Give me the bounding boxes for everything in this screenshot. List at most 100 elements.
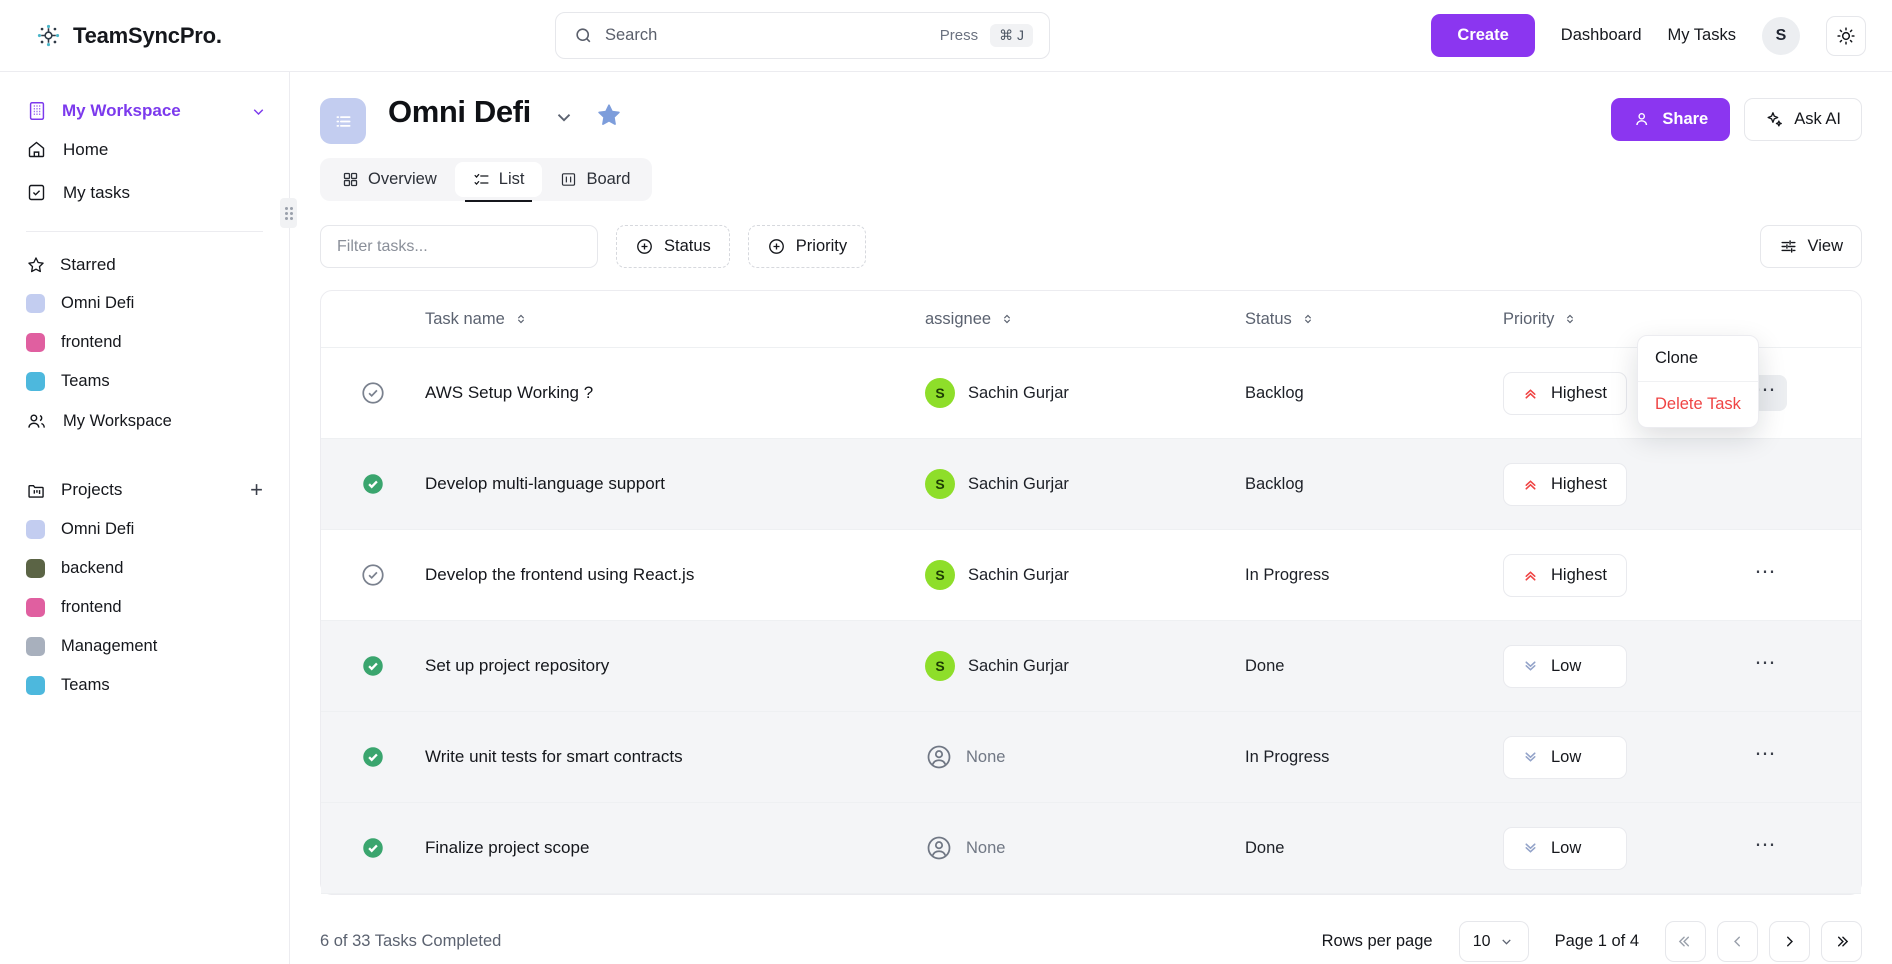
project-color-swatch bbox=[26, 598, 45, 617]
create-button[interactable]: Create bbox=[1431, 14, 1535, 57]
project-color-swatch bbox=[26, 676, 45, 695]
last-page-button[interactable] bbox=[1821, 921, 1862, 962]
assignee-name: Sachin Gurjar bbox=[968, 565, 1069, 584]
favorite-star-icon[interactable] bbox=[595, 101, 623, 129]
column-label: Priority bbox=[1503, 309, 1555, 328]
row-actions-button[interactable]: ⋯ bbox=[1745, 830, 1787, 866]
nav-dashboard-link[interactable]: Dashboard bbox=[1561, 26, 1642, 45]
task-status[interactable]: Backlog bbox=[1245, 475, 1503, 494]
next-page-button[interactable] bbox=[1769, 921, 1810, 962]
nav-my-tasks-link[interactable]: My Tasks bbox=[1668, 26, 1736, 45]
table-row[interactable]: Develop multi-language support S Sachin … bbox=[321, 439, 1861, 530]
sidebar-resize-handle[interactable] bbox=[280, 198, 297, 228]
sidebar-divider bbox=[26, 231, 263, 232]
column-header-priority[interactable]: Priority bbox=[1503, 310, 1741, 329]
task-assignee[interactable]: None bbox=[925, 834, 1245, 862]
sidebar-starred-omni-defi[interactable]: Omni Defi bbox=[0, 284, 289, 323]
sidebar-section-projects[interactable]: Projects + bbox=[0, 470, 289, 510]
sidebar-item-label: My Workspace bbox=[63, 412, 172, 430]
tab-overview[interactable]: Overview bbox=[324, 162, 455, 197]
task-priority[interactable]: Low bbox=[1503, 644, 1741, 688]
brand[interactable]: TeamSyncPro. bbox=[0, 23, 290, 49]
column-label: Task name bbox=[425, 309, 505, 328]
task-complete-toggle[interactable] bbox=[321, 653, 425, 679]
table-row[interactable]: AWS Setup Working ? S Sachin Gurjar Back… bbox=[321, 348, 1861, 439]
tab-list[interactable]: List bbox=[454, 162, 543, 202]
table-row[interactable]: Develop the frontend using React.js S Sa… bbox=[321, 530, 1861, 621]
task-complete-toggle[interactable] bbox=[321, 744, 425, 770]
view-button-label: View bbox=[1807, 237, 1843, 255]
share-button[interactable]: Share bbox=[1611, 98, 1731, 141]
table-row[interactable]: Write unit tests for smart contracts Non… bbox=[321, 712, 1861, 803]
sidebar-starred-my-workspace[interactable]: My Workspace bbox=[0, 401, 289, 442]
previous-page-button[interactable] bbox=[1717, 921, 1758, 962]
task-priority[interactable]: Highest bbox=[1503, 553, 1741, 597]
rows-per-page-select[interactable]: 10 bbox=[1458, 921, 1529, 962]
column-header-status[interactable]: Status bbox=[1245, 310, 1503, 329]
task-assignee[interactable]: S Sachin Gurjar bbox=[925, 651, 1245, 681]
task-priority[interactable]: Low bbox=[1503, 735, 1741, 779]
theme-toggle-button[interactable] bbox=[1826, 15, 1866, 56]
sidebar-item-label: Management bbox=[61, 637, 158, 655]
sidebar-starred-teams[interactable]: Teams bbox=[0, 362, 289, 401]
task-status[interactable]: In Progress bbox=[1245, 566, 1503, 585]
filter-tasks-input[interactable] bbox=[320, 225, 598, 268]
table-row[interactable]: Set up project repository S Sachin Gurja… bbox=[321, 621, 1861, 712]
project-list-icon bbox=[320, 98, 366, 144]
column-header-task-name[interactable]: Task name bbox=[425, 310, 925, 329]
context-menu-clone[interactable]: Clone bbox=[1638, 336, 1758, 381]
view-options-button[interactable]: View bbox=[1759, 225, 1862, 268]
project-menu-chevron-down-icon[interactable] bbox=[553, 106, 575, 128]
task-assignee[interactable]: S Sachin Gurjar bbox=[925, 560, 1245, 590]
person-add-icon bbox=[1633, 110, 1652, 129]
tab-label: Overview bbox=[368, 170, 437, 188]
sidebar-project-backend[interactable]: backend bbox=[0, 549, 289, 588]
top-bar-actions: Create Dashboard My Tasks S bbox=[1431, 14, 1892, 57]
column-header-assignee[interactable]: assignee bbox=[925, 310, 1245, 329]
assignee-name: None bbox=[966, 747, 1006, 766]
sidebar-project-teams[interactable]: Teams bbox=[0, 666, 289, 705]
sidebar-item-my-tasks[interactable]: My tasks bbox=[0, 171, 289, 214]
task-status[interactable]: Done bbox=[1245, 657, 1503, 676]
sidebar-project-omni-defi[interactable]: Omni Defi bbox=[0, 510, 289, 549]
table-row[interactable]: Finalize project scope None Done Low ⋯ bbox=[321, 803, 1861, 894]
task-complete-toggle[interactable] bbox=[321, 562, 425, 588]
chevron-down-icon bbox=[1499, 934, 1514, 949]
sidebar-project-management[interactable]: Management bbox=[0, 627, 289, 666]
user-avatar[interactable]: S bbox=[1762, 16, 1800, 55]
first-page-button[interactable] bbox=[1665, 921, 1706, 962]
avatar: S bbox=[925, 560, 955, 590]
sidebar-section-label: Projects bbox=[61, 480, 123, 499]
workspace-switcher[interactable]: My Workspace bbox=[0, 94, 289, 128]
row-actions-button[interactable]: ⋯ bbox=[1745, 739, 1787, 775]
task-status[interactable]: Done bbox=[1245, 839, 1503, 858]
task-assignee[interactable]: S Sachin Gurjar bbox=[925, 469, 1245, 499]
sidebar-starred-frontend[interactable]: frontend bbox=[0, 323, 289, 362]
task-status[interactable]: In Progress bbox=[1245, 748, 1503, 767]
workspace-name: My Workspace bbox=[62, 101, 181, 120]
task-assignee[interactable]: S Sachin Gurjar bbox=[925, 378, 1245, 408]
global-search[interactable]: Press ⌘ J bbox=[555, 12, 1050, 59]
circle-check-outline-icon bbox=[362, 382, 384, 404]
context-menu-delete-task[interactable]: Delete Task bbox=[1638, 381, 1758, 427]
filter-status-chip[interactable]: Status bbox=[616, 225, 730, 268]
tab-board[interactable]: Board bbox=[542, 162, 648, 197]
task-assignee[interactable]: None bbox=[925, 743, 1245, 771]
sidebar-project-frontend[interactable]: frontend bbox=[0, 588, 289, 627]
row-actions-button[interactable]: ⋯ bbox=[1745, 557, 1787, 593]
row-actions-button[interactable]: ⋯ bbox=[1745, 648, 1787, 684]
filter-priority-chip[interactable]: Priority bbox=[747, 225, 867, 268]
task-complete-toggle[interactable] bbox=[321, 380, 425, 406]
task-status[interactable]: Backlog bbox=[1245, 384, 1503, 403]
search-input[interactable] bbox=[605, 26, 928, 45]
add-project-button[interactable]: + bbox=[250, 479, 263, 501]
task-priority[interactable]: Highest bbox=[1503, 462, 1741, 506]
task-complete-toggle[interactable] bbox=[321, 471, 425, 497]
sidebar: My Workspace Home My tasks Starred Omni … bbox=[0, 72, 297, 964]
sidebar-item-home[interactable]: Home bbox=[0, 128, 289, 171]
sidebar-item-label: Home bbox=[63, 139, 109, 159]
sidebar-section-starred[interactable]: Starred bbox=[0, 246, 289, 284]
task-complete-toggle[interactable] bbox=[321, 835, 425, 861]
ask-ai-button[interactable]: Ask AI bbox=[1744, 98, 1862, 141]
task-priority[interactable]: Low bbox=[1503, 826, 1741, 870]
